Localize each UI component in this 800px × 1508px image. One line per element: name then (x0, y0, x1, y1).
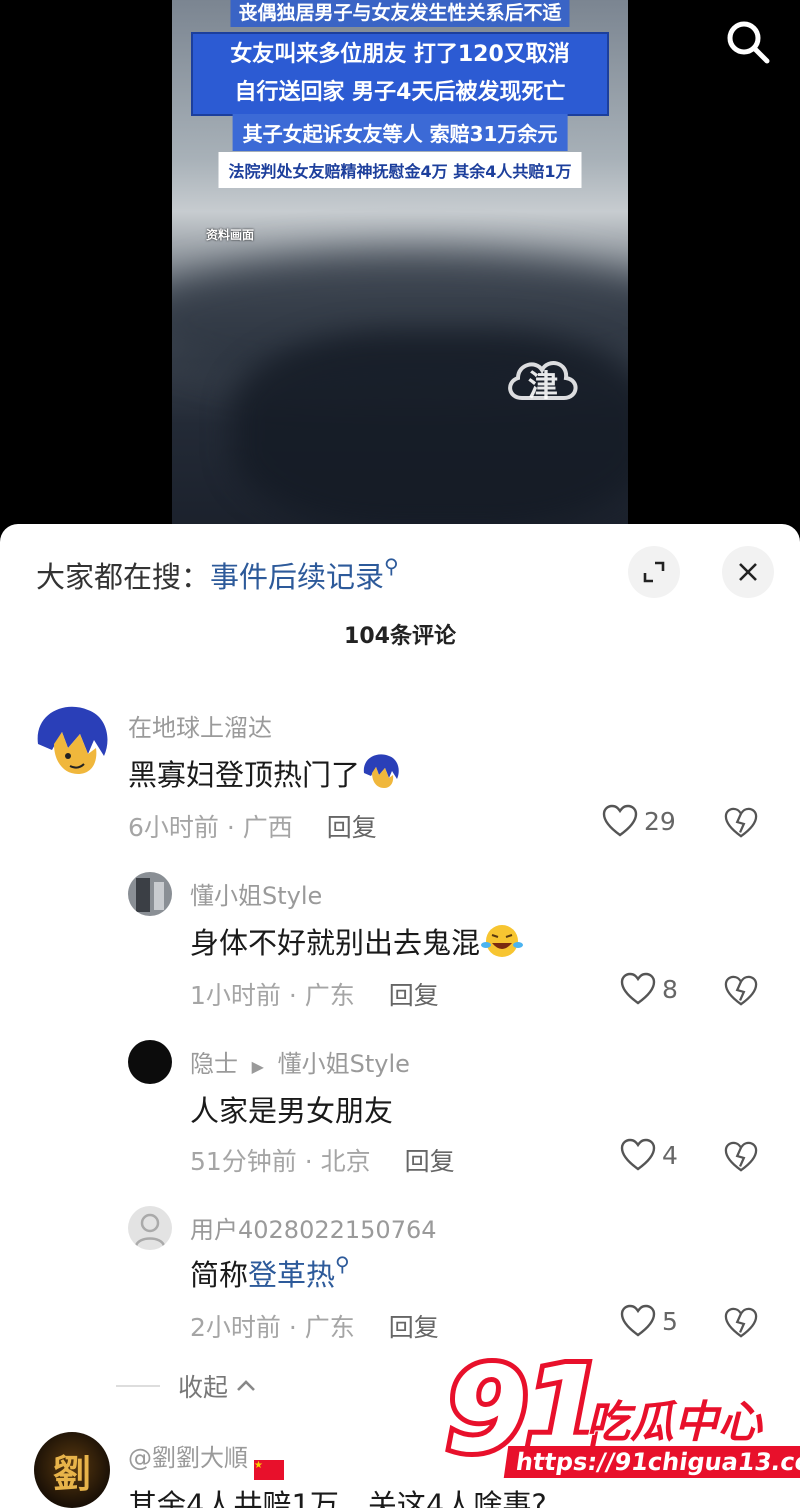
reply-arrow-icon: ▶ (251, 1057, 264, 1076)
source-note: 资料画面 (206, 228, 255, 242)
comment-text: 黑寡妇登顶热门了 (128, 752, 400, 794)
laughing-emoji-icon (481, 925, 524, 957)
video-caption-line1: 女友叫来多位朋友 打了120又取消 (230, 42, 570, 67)
search-small-icon: ⚲ (335, 1252, 350, 1276)
avatar-char: 劉 (52, 1451, 91, 1496)
video-caption-line3: 其子女起诉女友等人 索赔31万余元 (232, 114, 568, 151)
video-player[interactable]: 丧偶独居男子与女友发生性关系后不适 女友叫来多位朋友 打了120又取消 自行送回… (0, 0, 800, 545)
comment-username[interactable]: @劉劉大順 (128, 1444, 248, 1472)
reply-button[interactable]: 回复 (389, 981, 439, 1010)
comment-username-line: @劉劉大順 ★ (128, 1438, 284, 1480)
avatar[interactable] (128, 1040, 172, 1084)
video-frame: 丧偶独居男子与女友发生性关系后不适 女友叫来多位朋友 打了120又取消 自行送回… (172, 0, 628, 530)
watermark-name: 吃瓜中心 (585, 1396, 763, 1449)
comment-meta: 2小时前 · 广东 回复 (190, 1308, 439, 1344)
chevron-up-icon (237, 1380, 255, 1391)
dislike-icon[interactable] (724, 1306, 758, 1340)
everyone-searching[interactable]: 大家都在搜：事件后续记录⚲ (36, 554, 399, 596)
expand-button[interactable] (628, 546, 680, 598)
emoji-icon (363, 754, 399, 788)
avatar[interactable] (34, 704, 110, 780)
search-small-icon: ⚲ (384, 554, 399, 578)
like-count: 29 (644, 806, 676, 836)
search-icon[interactable] (722, 16, 774, 68)
comment-username[interactable]: 懂小姐Style (190, 876, 322, 911)
comment-time: 6小时前 · 广西 (128, 813, 293, 842)
china-flag-icon: ★ (254, 1460, 284, 1480)
expand-icon (643, 561, 665, 583)
dislike-icon[interactable] (724, 806, 758, 840)
like-count: 8 (662, 974, 678, 1004)
like-count: 5 (662, 1306, 678, 1336)
like-button[interactable]: 29 (602, 804, 676, 838)
comment-text: 简称登革热⚲ (190, 1252, 350, 1294)
avatar[interactable] (128, 872, 172, 916)
comment-time: 1小时前 · 广东 (190, 981, 355, 1010)
comment-username[interactable]: 在地球上溜达 (128, 708, 272, 743)
search-keyword-link[interactable]: 登革热 (248, 1258, 335, 1292)
watermark-url: https://91chigua13.com (503, 1446, 800, 1478)
channel-logo: 津 (508, 361, 578, 404)
comment-text: 身体不好就别出去鬼混 (190, 920, 524, 962)
heart-icon (602, 804, 638, 837)
close-button[interactable] (722, 546, 774, 598)
reply-button[interactable]: 回复 (389, 1313, 439, 1342)
like-button[interactable]: 5 (620, 1304, 678, 1338)
like-count: 4 (662, 1140, 678, 1170)
comment-time: 51分钟前 · 北京 (190, 1147, 371, 1176)
comment-username[interactable]: 用户4028022150764 (190, 1210, 437, 1245)
close-icon (739, 563, 757, 581)
comment-username[interactable]: 隐士 (190, 1050, 238, 1078)
like-button[interactable]: 8 (620, 972, 678, 1006)
comment-meta: 6小时前 · 广西 回复 (128, 808, 377, 844)
comment-time: 2小时前 · 广东 (190, 1313, 355, 1342)
collapse-replies-button[interactable]: 收起 (116, 1368, 258, 1404)
reply-to-username[interactable]: 懂小姐Style (278, 1050, 410, 1078)
divider (116, 1385, 160, 1387)
everyone-searching-label: 大家都在搜： (36, 560, 211, 594)
video-caption-line2: 自行送回家 男子4天后被发现死亡 (234, 80, 566, 105)
comment-text-prefix: 简称 (190, 1258, 249, 1292)
watermark: 91 吃瓜中心 https://91chigua13.com (441, 1335, 800, 1488)
reply-button[interactable]: 回复 (405, 1147, 455, 1176)
video-caption-top: 丧偶独居男子与女友发生性关系后不适 (230, 0, 570, 27)
comment-count: 104条评论 (344, 624, 456, 649)
dislike-icon[interactable] (724, 974, 758, 1008)
comment-text-content: 身体不好就别出去鬼混 (190, 926, 481, 960)
heart-icon (620, 972, 656, 1005)
avatar[interactable]: 劉 (34, 1432, 110, 1508)
comment-meta: 1小时前 · 广东 回复 (190, 976, 439, 1012)
video-caption-line4: 法院判处女友赔精神抚慰金4万 其余4人共赔1万 (218, 152, 582, 188)
collapse-label: 收起 (178, 1373, 229, 1402)
default-avatar-icon[interactable] (128, 1206, 172, 1250)
comment-meta: 51分钟前 · 北京 回复 (190, 1142, 455, 1178)
search-keyword-link[interactable]: 事件后续记录 (210, 560, 384, 594)
comment-text: 人家是男女朋友 (190, 1094, 394, 1128)
comment-username-line: 隐士 ▶ 懂小姐Style (190, 1044, 410, 1079)
reply-button[interactable]: 回复 (327, 813, 377, 842)
heart-icon (620, 1304, 656, 1337)
svg-text:津: 津 (528, 369, 558, 404)
dislike-icon[interactable] (724, 1140, 758, 1174)
heart-icon (620, 1138, 656, 1171)
comment-text-content: 黑寡妇登顶热门了 (128, 758, 361, 792)
video-caption-block: 女友叫来多位朋友 打了120又取消 自行送回家 男子4天后被发现死亡 (191, 32, 609, 116)
like-button[interactable]: 4 (620, 1138, 678, 1172)
